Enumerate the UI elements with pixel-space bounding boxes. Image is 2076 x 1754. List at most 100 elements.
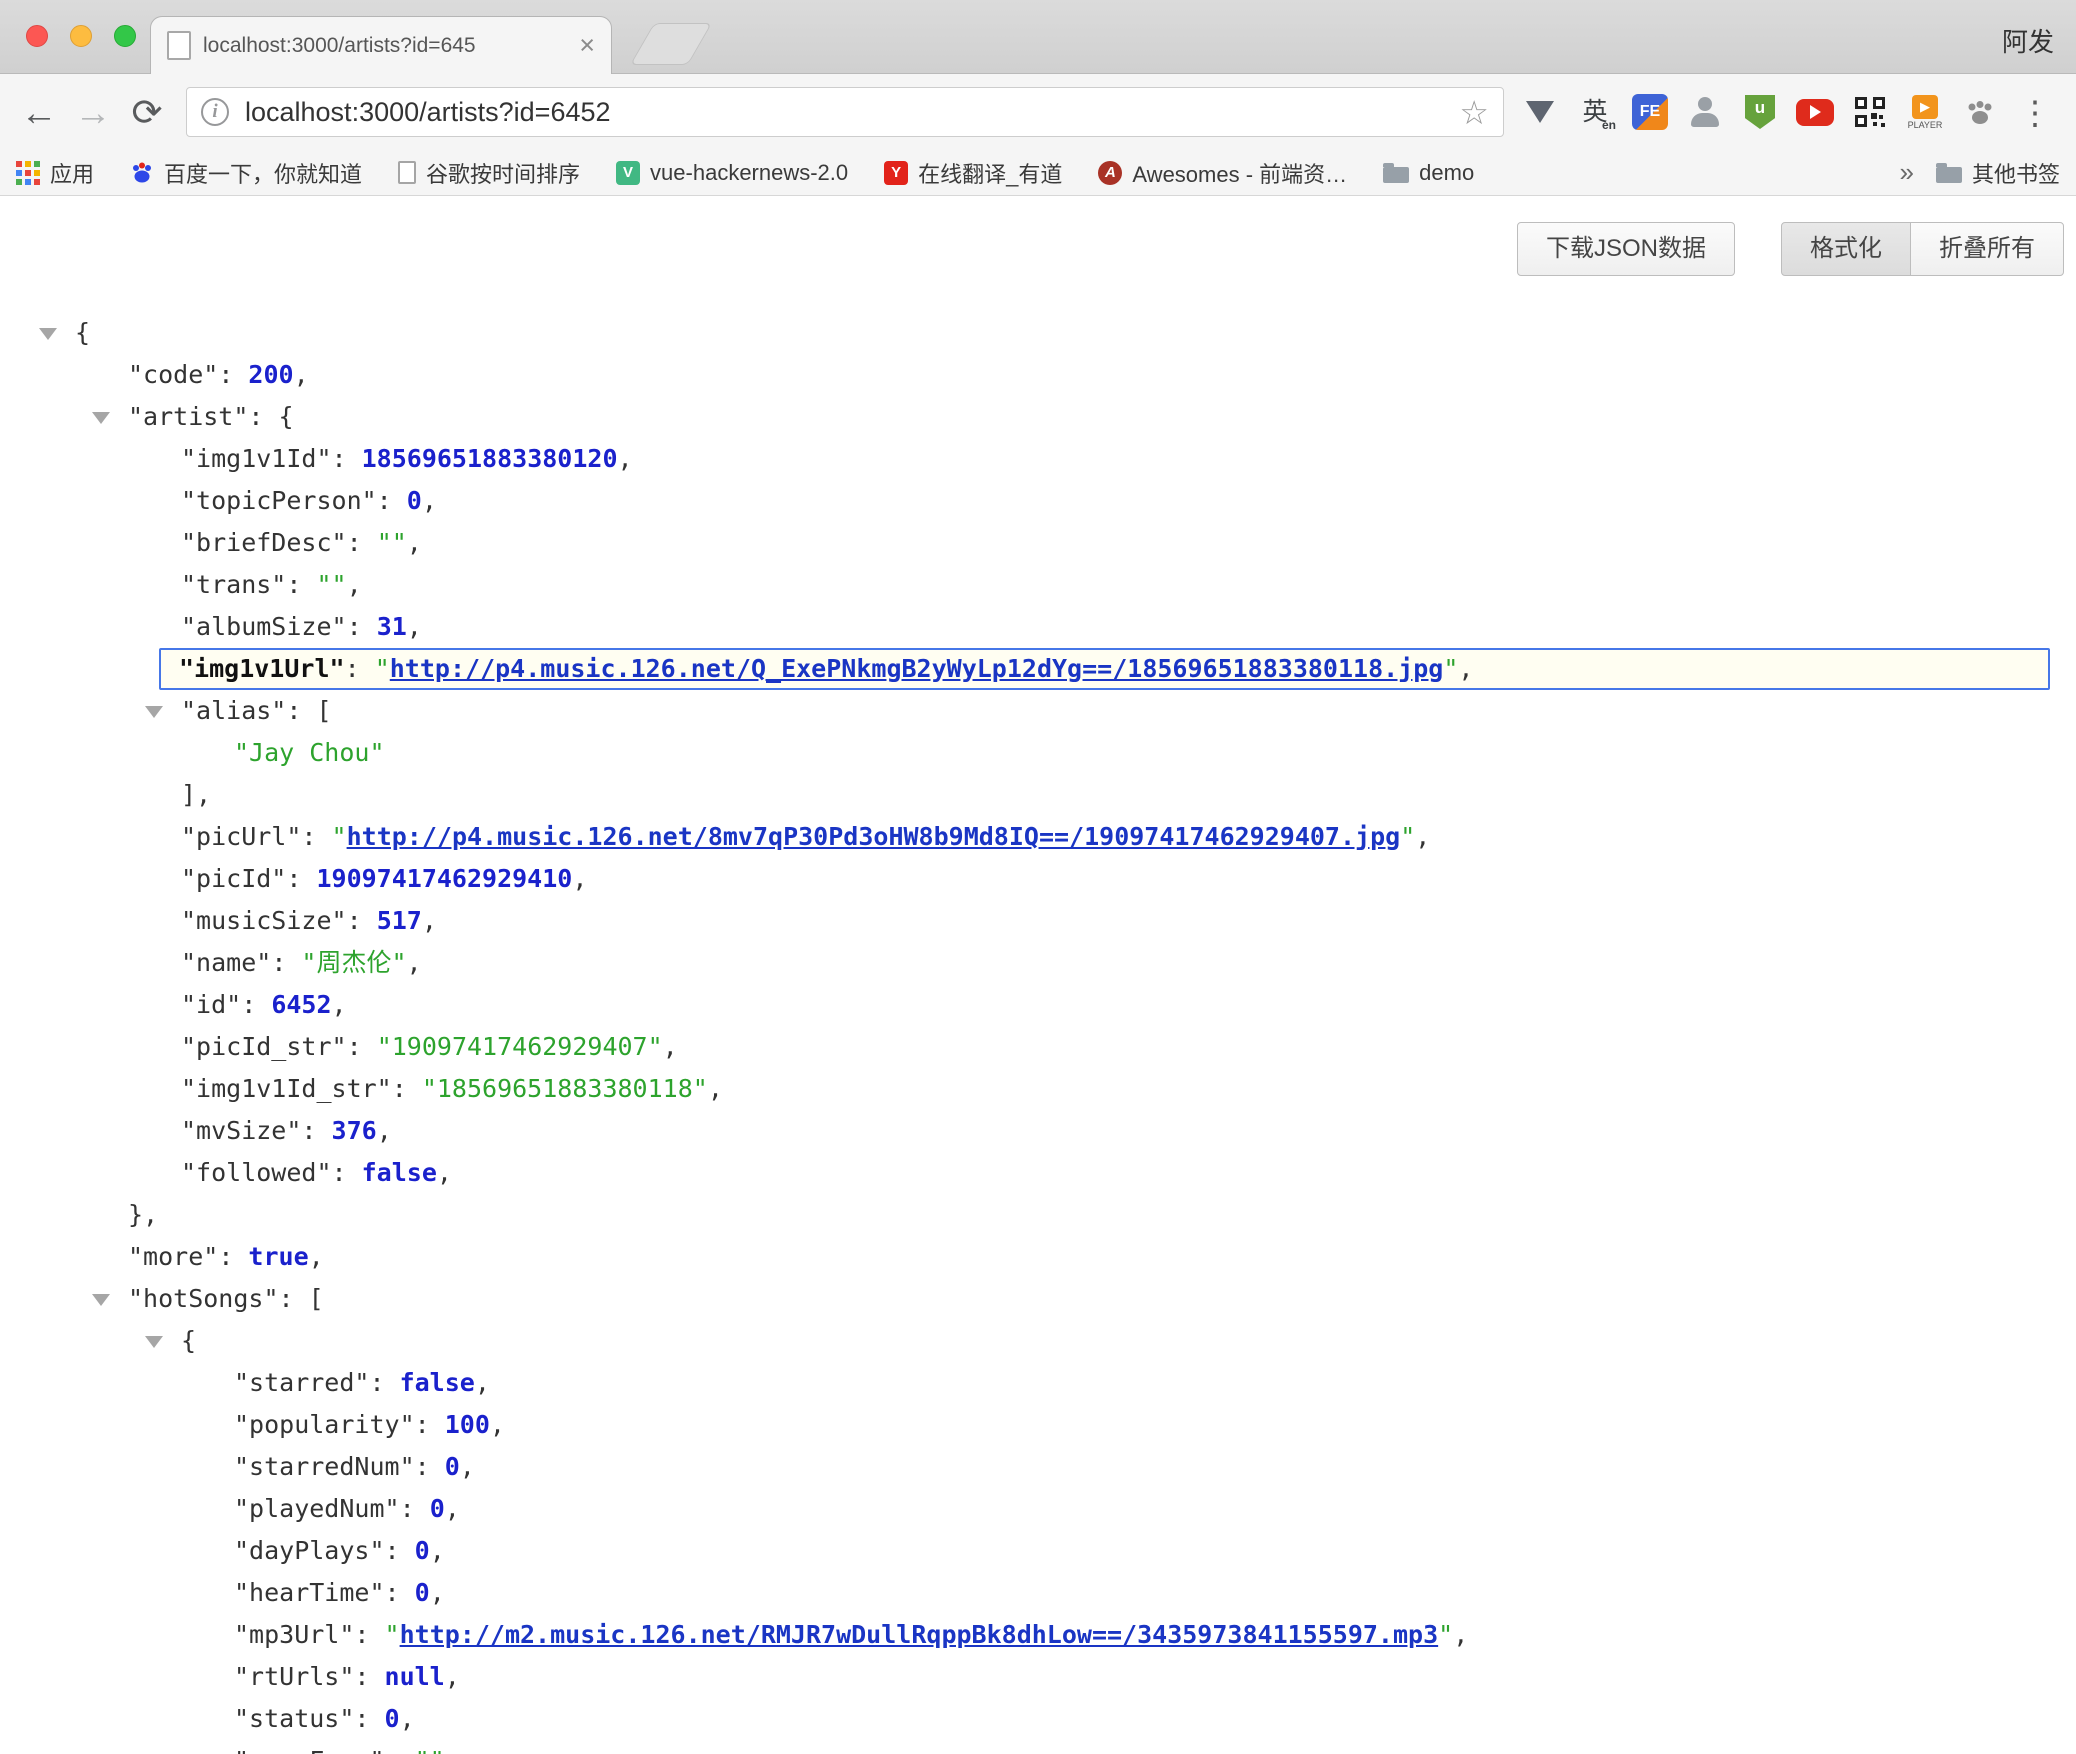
ublock-extension-icon[interactable]: u — [1736, 88, 1784, 136]
json-token: : — [301, 822, 331, 851]
bookmarks-overflow-icon[interactable]: » — [1900, 157, 1914, 188]
highlighted-value-box: "img1v1Url": "http://p4.music.126.net/Q_… — [159, 648, 2050, 690]
json-line[interactable]: "dayPlays": 0, — [0, 1530, 2076, 1572]
json-line[interactable]: "rtUrls": null, — [0, 1656, 2076, 1698]
json-line-content: "Jay Chou" — [234, 732, 385, 774]
json-line[interactable]: "mp3Url": "http://m2.music.126.net/RMJR7… — [0, 1614, 2076, 1656]
collapse-toggle-icon[interactable] — [92, 412, 110, 424]
json-line[interactable]: }, — [0, 1194, 2076, 1236]
json-line[interactable]: "status": 0, — [0, 1698, 2076, 1740]
address-bar[interactable]: i localhost:3000/artists?id=6452 ☆ — [186, 87, 1504, 137]
bookmark-apps[interactable]: 应用 — [16, 157, 94, 189]
browser-tab[interactable]: localhost:3000/artists?id=645 × — [150, 16, 612, 74]
collapse-toggle-icon[interactable] — [145, 1336, 163, 1348]
bookmark-baidu[interactable]: 百度一下，你就知道 — [130, 157, 362, 189]
baidu-paw-icon — [130, 161, 154, 185]
browser-window: localhost:3000/artists?id=645 × 阿发 ← → ⟳… — [0, 0, 2076, 1754]
bookmark-awesomes[interactable]: A Awesomes - 前端资… — [1098, 157, 1347, 189]
json-line[interactable]: "img1v1Id_str": "18569651883380118", — [0, 1068, 2076, 1110]
folder-icon — [1936, 167, 1962, 183]
json-line-content: "hearTime": 0, — [234, 1572, 445, 1614]
collapse-toggle-icon[interactable] — [145, 706, 163, 718]
profile-name[interactable]: 阿发 — [2002, 22, 2054, 59]
json-token: : — [415, 1410, 445, 1439]
json-line[interactable]: "img1v1Id": 18569651883380120, — [0, 438, 2076, 480]
json-token: "artist" — [128, 402, 248, 431]
player-extension-icon[interactable]: ▶ PLAYER — [1901, 88, 1949, 136]
json-url-link[interactable]: http://m2.music.126.net/RMJR7wDullRqppBk… — [400, 1620, 1439, 1649]
json-line[interactable]: "picUrl": "http://p4.music.126.net/8mv7q… — [0, 816, 2076, 858]
youtube-extension-icon[interactable] — [1791, 88, 1839, 136]
forward-icon[interactable]: → — [66, 94, 120, 131]
json-token: "" — [415, 1746, 445, 1754]
json-line[interactable]: "hotSongs": [ — [0, 1278, 2076, 1320]
json-line[interactable]: "more": true, — [0, 1236, 2076, 1278]
json-line[interactable]: "artist": { — [0, 396, 2076, 438]
json-line[interactable]: "briefDesc": "", — [0, 522, 2076, 564]
person-extension-icon[interactable] — [1681, 88, 1729, 136]
json-token: "dayPlays" — [234, 1536, 385, 1565]
json-token: }, — [128, 1200, 158, 1229]
json-token: , — [407, 948, 422, 977]
url-input[interactable]: localhost:3000/artists?id=6452 — [245, 97, 1459, 128]
json-line[interactable]: "playedNum": 0, — [0, 1488, 2076, 1530]
json-line[interactable]: "hearTime": 0, — [0, 1572, 2076, 1614]
json-token: , — [430, 1536, 445, 1565]
json-line-content: "mvSize": 376, — [181, 1110, 392, 1152]
translate-extension-icon[interactable]: 英 en — [1571, 88, 1619, 136]
zoom-window-button[interactable] — [114, 25, 136, 47]
json-line[interactable]: "copyFrom": "", — [0, 1740, 2076, 1754]
format-button[interactable]: 格式化 — [1781, 222, 1911, 276]
vflag-extension-icon[interactable] — [1516, 88, 1564, 136]
json-line[interactable]: "topicPerson": 0, — [0, 480, 2076, 522]
json-token: : — [385, 1578, 415, 1607]
json-line[interactable]: "picId_str": "19097417462929407", — [0, 1026, 2076, 1068]
json-line[interactable]: "popularity": 100, — [0, 1404, 2076, 1446]
json-line[interactable]: "code": 200, — [0, 354, 2076, 396]
json-line[interactable]: "trans": "", — [0, 564, 2076, 606]
reload-icon[interactable]: ⟳ — [120, 94, 174, 131]
close-window-button[interactable] — [26, 25, 48, 47]
download-json-button[interactable]: 下载JSON数据 — [1517, 222, 1735, 276]
browser-menu-icon[interactable]: ⋮ — [2011, 88, 2059, 136]
json-line[interactable]: "starred": false, — [0, 1362, 2076, 1404]
player-icon: ▶ PLAYER — [1908, 95, 1943, 130]
json-token: 19097417462929410 — [316, 864, 572, 893]
json-line[interactable]: { — [0, 1320, 2076, 1362]
bookmark-google-sort[interactable]: 谷歌按时间排序 — [398, 157, 580, 189]
new-tab-button[interactable] — [630, 23, 712, 65]
paw-extension-icon[interactable] — [1956, 88, 2004, 136]
json-line[interactable]: "name": "周杰伦", — [0, 942, 2076, 984]
json-line-highlighted[interactable]: "img1v1Url": "http://p4.music.126.net/Q_… — [0, 648, 2076, 690]
qrcode-extension-icon[interactable] — [1846, 88, 1894, 136]
json-line[interactable]: "starredNum": 0, — [0, 1446, 2076, 1488]
minimize-window-button[interactable] — [70, 25, 92, 47]
json-line[interactable]: "alias": [ — [0, 690, 2076, 732]
json-token: , — [460, 1452, 475, 1481]
json-line[interactable]: "id": 6452, — [0, 984, 2076, 1026]
bookmark-demo[interactable]: demo — [1383, 160, 1474, 186]
bookmark-vue-hackernews[interactable]: V vue-hackernews-2.0 — [616, 160, 848, 186]
fe-extension-icon[interactable]: FE — [1626, 88, 1674, 136]
json-line[interactable]: ], — [0, 774, 2076, 816]
json-url-link[interactable]: http://p4.music.126.net/8mv7qP30Pd3oHW8b… — [347, 822, 1401, 851]
page-info-icon[interactable]: i — [201, 98, 229, 126]
json-line[interactable]: { — [0, 312, 2076, 354]
tab-close-icon[interactable]: × — [579, 32, 595, 59]
back-icon[interactable]: ← — [12, 94, 66, 131]
json-line[interactable]: "followed": false, — [0, 1152, 2076, 1194]
json-line-content: "albumSize": 31, — [181, 606, 422, 648]
other-bookmarks-folder[interactable]: 其他书签 — [1936, 157, 2060, 189]
collapse-toggle-icon[interactable] — [92, 1294, 110, 1306]
json-line[interactable]: "albumSize": 31, — [0, 606, 2076, 648]
json-line[interactable]: "picId": 19097417462929410, — [0, 858, 2076, 900]
json-token: " — [385, 1620, 400, 1649]
collapse-toggle-icon[interactable] — [39, 328, 57, 340]
json-url-link[interactable]: http://p4.music.126.net/Q_ExePNkmgB2yWyL… — [390, 654, 1444, 683]
collapse-all-button[interactable]: 折叠所有 — [1910, 222, 2064, 276]
json-line[interactable]: "musicSize": 517, — [0, 900, 2076, 942]
json-line[interactable]: "Jay Chou" — [0, 732, 2076, 774]
bookmark-youdao[interactable]: Y 在线翻译_有道 — [884, 157, 1062, 189]
bookmark-star-icon[interactable]: ☆ — [1459, 96, 1489, 129]
json-line[interactable]: "mvSize": 376, — [0, 1110, 2076, 1152]
